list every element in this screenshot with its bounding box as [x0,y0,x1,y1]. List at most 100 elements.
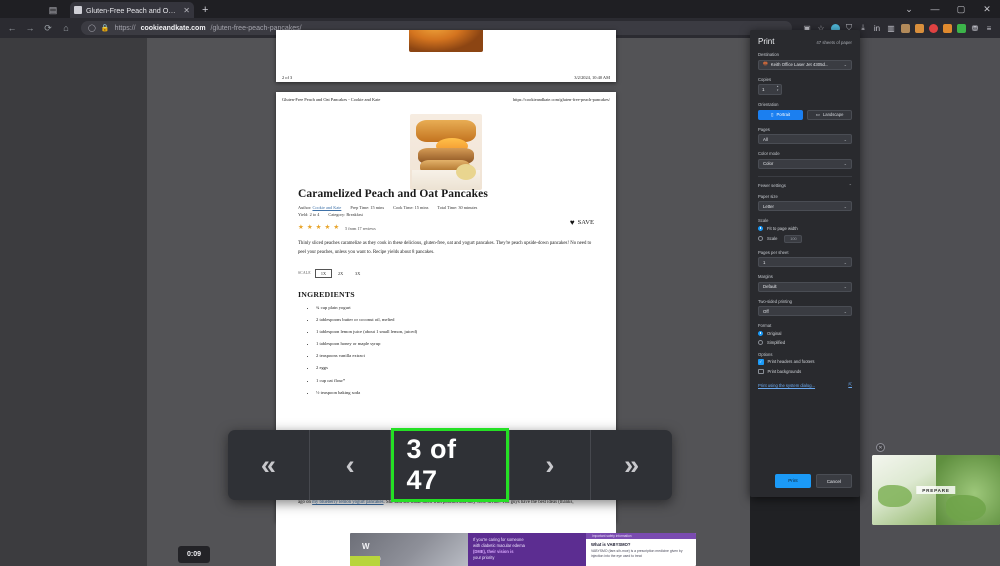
ad-ribbon: Important safety information [586,533,696,539]
page-counter[interactable]: 3 of 47 [391,428,509,502]
format-label: Format [758,323,772,328]
page-footer-left: 2 of 3 [282,75,293,80]
format-group: Format Original Simplified [758,323,852,345]
format-original-option[interactable]: Original [758,330,852,336]
system-dialog-link[interactable]: Print using the system dialog... ⇱ [758,382,852,388]
orientation-landscape-label: Landscape [822,112,844,117]
destination-group: Destination 🖶 Keith Office Laser Jet 430… [758,52,852,70]
sidebar-icon[interactable]: ▥ [884,21,898,35]
orientation-group: Orientation ▯ Portrait ▭ Landscape [758,102,852,120]
amber-extension-icon[interactable] [940,21,954,35]
radio-icon [758,339,763,345]
options-group: Options Print headers and footers Print … [758,352,852,374]
chevron-up-icon: ⌃ [848,182,852,188]
list-item: 2 teaspoons vanilla extract [316,354,594,359]
format-simplified-option[interactable]: Simplified [758,339,852,345]
ingredients-list: ¾ cup plain yogurt 2 tablespoons butter … [298,305,594,396]
paper-size-select[interactable]: Letter ⌄ [758,201,852,211]
tail-prefix: ago on [298,500,311,505]
video-player-widget[interactable]: PREPARE [872,455,1000,525]
home-icon[interactable]: ⌂ [57,19,75,37]
meta-prep-time: Prep Time: 15 mins [350,205,385,210]
green-extension-icon[interactable] [954,21,968,35]
scale-custom-option[interactable]: Scale 100 [758,234,852,243]
scale-group: Scale Fit to page width Scale 100 [758,218,852,243]
video-label: PREPARE [916,486,956,494]
two-sided-label: Two-sided printing [758,298,792,304]
stepper-arrows-icon[interactable]: ▲ ▼ [776,85,779,92]
forward-icon[interactable]: → [21,19,39,37]
scale-option-1x[interactable]: 1X [314,268,333,278]
pages-per-sheet-select[interactable]: 1 ⌄ [758,257,852,267]
copies-label: Copies [758,76,772,82]
fewer-settings-toggle[interactable]: Fewer settings ⌃ [758,183,852,188]
page-navigation-overlay: « ‹ 3 of 47 › » [228,428,672,502]
orange-extension-icon[interactable] [912,21,926,35]
url-domain: cookieandkate.com [140,24,206,32]
red-extension-icon[interactable] [926,21,940,35]
color-mode-select[interactable]: Color ⌄ [758,158,852,169]
meta-author-link[interactable]: Cookie and Kate [312,205,341,210]
video-close-icon[interactable]: ✕ [876,443,885,452]
tab-actions-icon[interactable]: ⌄ [896,0,922,18]
margins-select[interactable]: Default ⌄ [758,281,852,292]
backgrounds-checkbox-row[interactable]: Print backgrounds [758,368,852,374]
back-icon[interactable]: ← [3,19,21,37]
pages-select[interactable]: All ⌄ [758,134,852,144]
lock-extension-icon[interactable] [898,21,912,35]
tail-link[interactable]: my blueberry lemon yogurt pancakes [312,500,383,505]
browser-tab[interactable]: Gluten-Free Peach and Oat Pan ✕ [70,2,194,18]
reload-icon[interactable]: ⟳ [39,19,57,37]
advertisement-banner[interactable]: W VABYSMO If you're caring for someone w… [350,533,696,566]
tab-close-icon[interactable]: ✕ [183,6,190,15]
chevron-down-icon: ⌄ [843,284,847,289]
ad-safety-info: Important safety information What is VAB… [586,533,696,566]
previous-page-button[interactable]: ‹ [310,430,392,500]
ad-logo-mark: W [362,542,370,551]
minimize-button[interactable]: — [922,0,948,18]
copies-value: 1 [762,87,765,92]
orientation-portrait-label: Portrait [776,112,791,117]
scale-option-2x[interactable]: 2X [332,268,350,278]
ad-image: W VABYSMO [350,533,468,566]
recipe-rating: ★ ★ ★ ★ ★ 5 from 17 reviews [298,223,594,232]
first-page-button[interactable]: « [228,430,310,500]
destination-select[interactable]: 🖶 Keith Office Laser Jet 4305d... ⌄ [758,59,852,70]
close-window-button[interactable]: ✕ [974,0,1000,18]
scale-fit-option[interactable]: Fit to page width [758,225,852,231]
destination-label: Destination [758,52,779,57]
print-button[interactable]: Print [775,474,811,488]
new-tab-button[interactable]: + [202,2,208,18]
pages-per-sheet-group: Pages per sheet 1 ⌄ [758,250,852,267]
video-decor-blob [878,485,912,507]
pages-per-sheet-value: 1 [763,259,766,265]
linkedin-icon[interactable]: in [870,21,884,35]
cancel-button[interactable]: Cancel [815,474,852,488]
two-sided-select[interactable]: Off ⌄ [758,306,852,316]
rating-text: 5 from 17 reviews [345,225,376,231]
next-page-button[interactable]: › [510,430,592,500]
settings-menu-icon[interactable]: ≡ [982,21,996,35]
last-page-button[interactable]: » [591,430,672,500]
headers-footers-checkbox-row[interactable]: Print headers and footers [758,359,852,365]
collections-icon[interactable]: ▤ [42,2,64,18]
orientation-portrait-button[interactable]: ▯ Portrait [758,109,803,120]
copies-stepper[interactable]: 1 ▲ ▼ [758,84,782,95]
external-link-icon: ⇱ [848,382,852,387]
collections-toolbar-icon[interactable]: ⛃ [968,21,982,35]
list-item: ½ teaspoon baking soda [316,390,594,396]
window-controls: ⌄ — ▢ ✕ [896,0,1000,18]
scale-option-3x[interactable]: 3X [349,268,367,278]
scale-custom-input[interactable]: 100 [784,234,803,243]
ingredients-heading: INGREDIENTS [298,289,355,299]
save-button[interactable]: ♥ SAVE [570,218,594,227]
save-label: SAVE [577,219,594,226]
page-footer-right: 3/2/2024, 10:40 AM [574,75,610,80]
star-icon: ★ [315,223,322,231]
timer-widget[interactable]: 0:09 [178,546,210,563]
maximize-button[interactable]: ▢ [948,0,974,18]
tab-strip: ▤ Gluten-Free Peach and Oat Pan ✕ + [0,0,760,18]
ad-headline-4: your priority [473,555,495,561]
list-item: 2 tablespoons butter or coconut oil, mel… [316,317,594,323]
orientation-landscape-button[interactable]: ▭ Landscape [807,109,852,120]
